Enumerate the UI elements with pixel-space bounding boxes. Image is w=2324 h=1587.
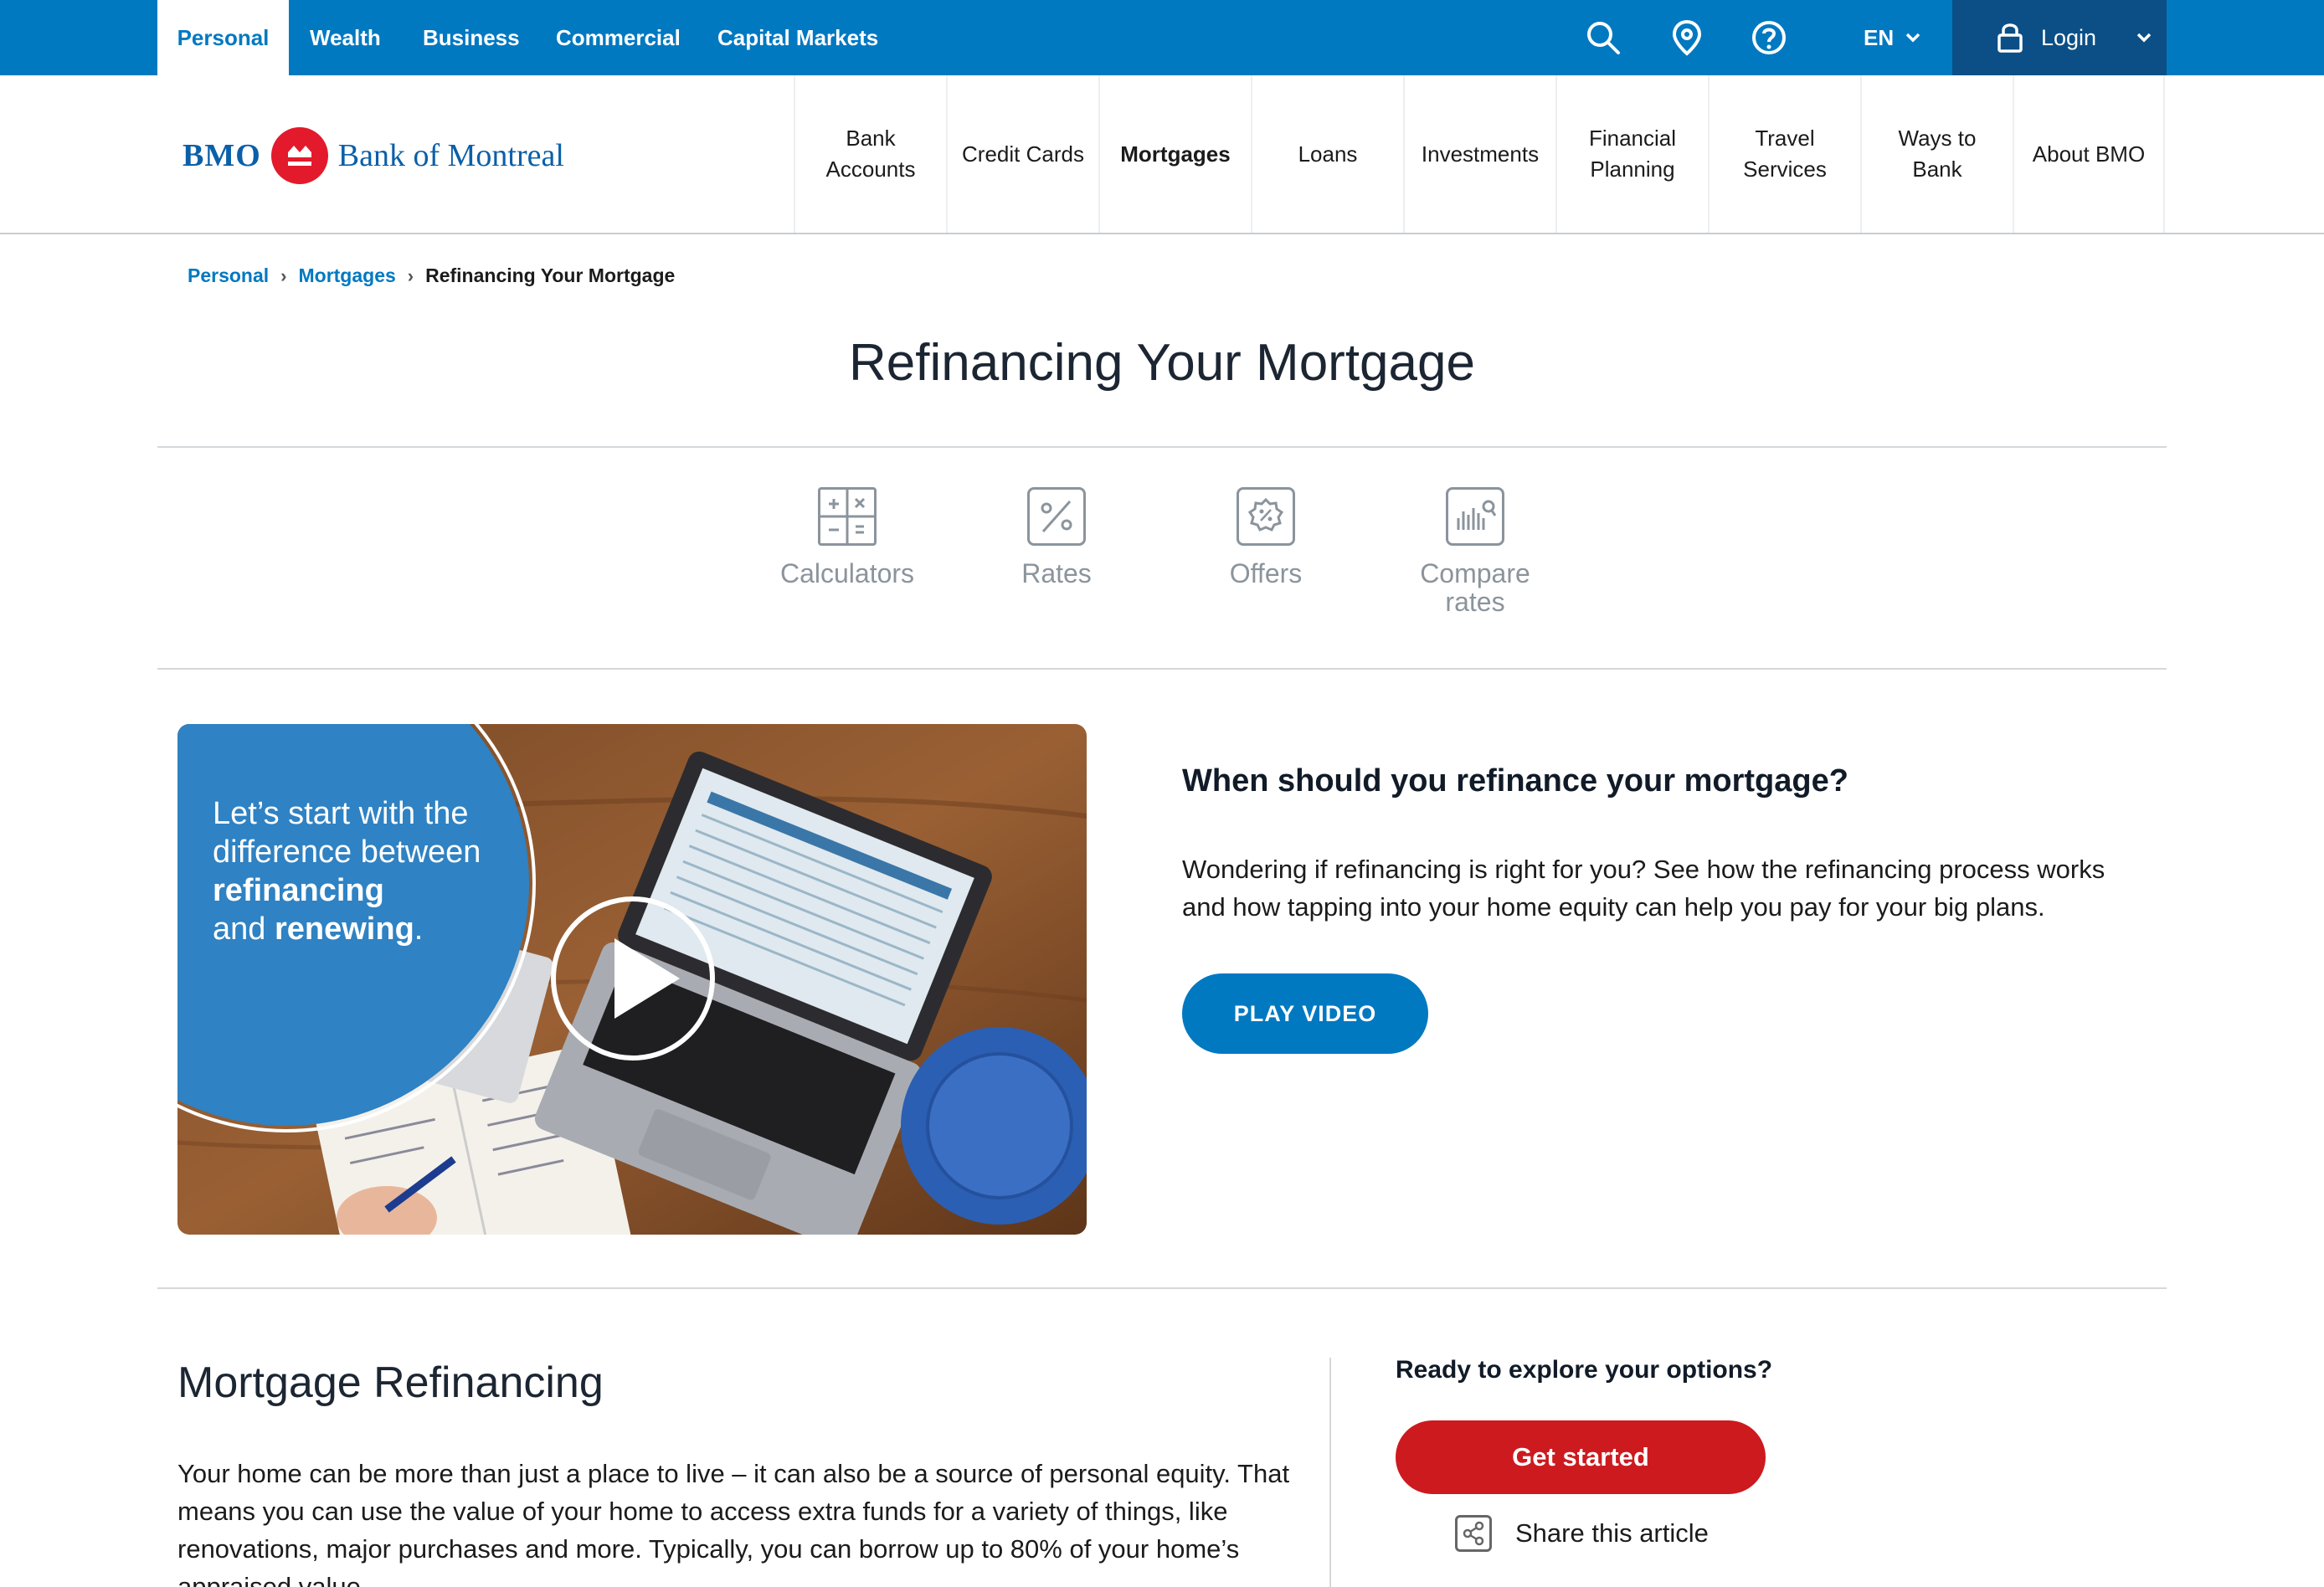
- topnav-commercial[interactable]: Commercial: [556, 0, 681, 75]
- bmo-roundel-icon: [270, 127, 328, 184]
- quicklink-label: Offers: [1229, 558, 1303, 588]
- main-nav: Bank Accounts Credit Cards Mortgages Loa…: [794, 75, 2165, 233]
- quicklink-offers[interactable]: Offers: [1182, 487, 1350, 588]
- nav-bank-accounts[interactable]: Bank Accounts: [794, 75, 946, 233]
- feature-heading: When should you refinance your mortgage?: [1182, 763, 1848, 799]
- quicklink-calculators[interactable]: Calculators: [764, 487, 931, 588]
- quicklink-compare-rates[interactable]: Compare rates: [1391, 487, 1559, 616]
- play-video-button[interactable]: PLAY VIDEO: [1182, 973, 1428, 1054]
- top-utility-bar: Personal Wealth Business Commercial Capi…: [0, 0, 2324, 75]
- nav-financial-planning[interactable]: Financial Planning: [1555, 75, 1708, 233]
- play-icon[interactable]: [551, 896, 715, 1061]
- topnav-personal[interactable]: Personal: [157, 0, 289, 75]
- location-pin-icon[interactable]: [1668, 18, 1706, 57]
- breadcrumb-mortgages[interactable]: Mortgages: [298, 264, 395, 287]
- login-label: Login: [2041, 24, 2097, 50]
- breadcrumb-current: Refinancing Your Mortgage: [425, 264, 676, 286]
- share-icon: [1455, 1515, 1492, 1552]
- quicklink-label: Rates: [1021, 558, 1092, 588]
- language-selector[interactable]: EN: [1864, 0, 1922, 75]
- bmo-logo[interactable]: BMO Bank of Montreal: [183, 127, 564, 184]
- nav-about-bmo[interactable]: About BMO: [2013, 75, 2165, 233]
- calculator-icon: [818, 487, 877, 546]
- topnav-wealth[interactable]: Wealth: [310, 0, 381, 75]
- search-icon[interactable]: [1584, 18, 1622, 57]
- video-overlay-text: Let’s start with the difference between …: [213, 796, 481, 947]
- quicklink-label: Calculators: [779, 558, 915, 588]
- nav-loans[interactable]: Loans: [1251, 75, 1403, 233]
- chevron-down-icon: [1905, 33, 1920, 43]
- vertical-divider: [1329, 1358, 1331, 1587]
- nav-credit-cards[interactable]: Credit Cards: [946, 75, 1098, 233]
- login-button[interactable]: Login: [1952, 0, 2167, 75]
- divider: [157, 446, 2167, 448]
- nav-travel-services[interactable]: Travel Services: [1708, 75, 1860, 233]
- percent-icon: [1027, 487, 1086, 546]
- lock-icon: [1998, 23, 2023, 53]
- section-heading: Mortgage Refinancing: [177, 1358, 604, 1407]
- quicklink-rates[interactable]: Rates: [973, 487, 1140, 588]
- nav-ways-to-bank[interactable]: Ways to Bank: [1860, 75, 2013, 233]
- section-body: Your home can be more than just a place …: [177, 1459, 1290, 1587]
- chevron-down-icon: [2136, 33, 2152, 43]
- nav-mortgages[interactable]: Mortgages: [1098, 75, 1251, 233]
- main-header: BMO Bank of Montreal Bank Accounts Credi…: [0, 75, 2324, 234]
- share-article-link[interactable]: Share this article: [1455, 1515, 1709, 1552]
- bar-chart-search-icon: [1446, 487, 1504, 546]
- divider: [157, 668, 2167, 670]
- language-label: EN: [1864, 24, 1895, 50]
- breadcrumb-separator-icon: ›: [407, 264, 414, 286]
- nav-investments[interactable]: Investments: [1403, 75, 1555, 233]
- logo-bank-text: Bank of Montreal: [337, 138, 564, 173]
- quicklink-label: Compare rates: [1420, 558, 1530, 617]
- help-icon[interactable]: [1750, 18, 1788, 57]
- breadcrumb: Personal › Mortgages › Refinancing Your …: [188, 264, 675, 287]
- topnav-capital-markets[interactable]: Capital Markets: [717, 0, 878, 75]
- page-title: Refinancing Your Mortgage: [849, 334, 1475, 392]
- logo-bmo-text: BMO: [183, 138, 261, 173]
- breadcrumb-separator-icon: ›: [280, 264, 287, 286]
- share-label: Share this article: [1515, 1518, 1709, 1548]
- breadcrumb-personal[interactable]: Personal: [188, 264, 269, 287]
- video-thumbnail[interactable]: Let’s start with the difference between …: [177, 724, 1087, 1235]
- offer-badge-icon: [1237, 487, 1295, 546]
- cta-prompt: Ready to explore your options?: [1396, 1356, 1773, 1384]
- get-started-button[interactable]: Get started: [1396, 1420, 1766, 1494]
- divider: [157, 1287, 2167, 1289]
- feature-body: Wondering if refinancing is right for yo…: [1182, 855, 2105, 922]
- topnav-business[interactable]: Business: [423, 0, 520, 75]
